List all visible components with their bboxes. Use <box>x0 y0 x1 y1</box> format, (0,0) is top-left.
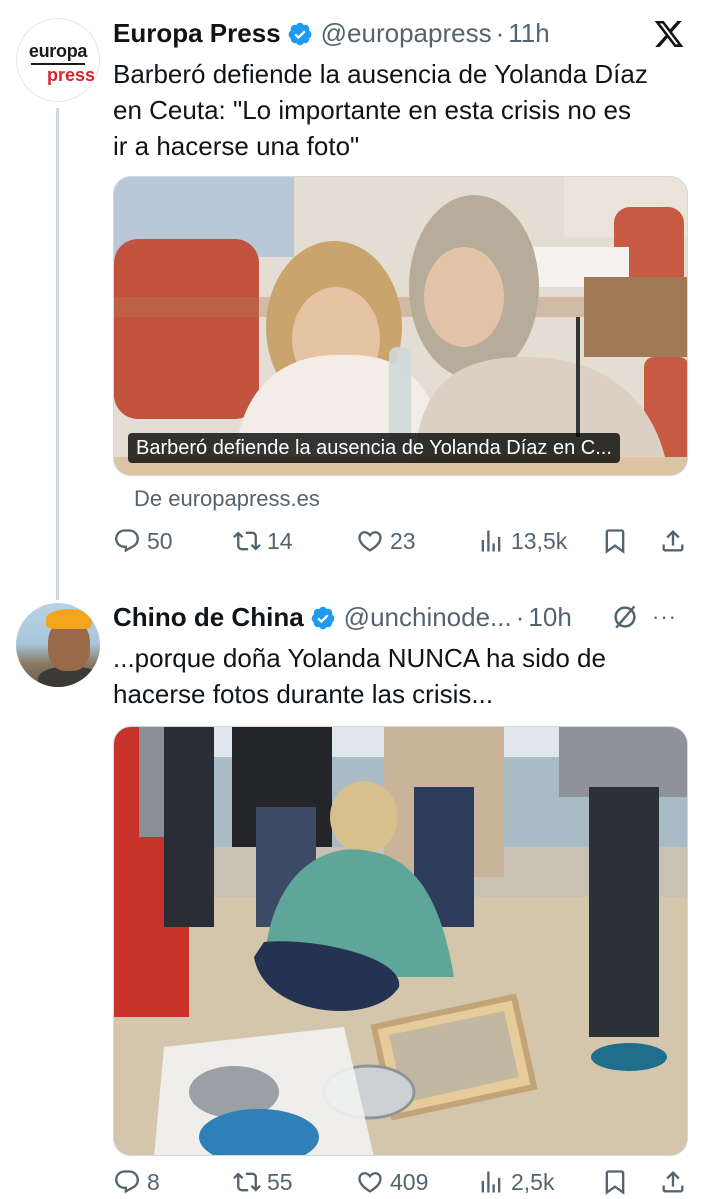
photo-politicians-at-table <box>114 177 687 475</box>
repost-count: 14 <box>267 527 293 554</box>
verified-badge-icon <box>310 605 336 631</box>
avatar-hat <box>46 609 92 629</box>
link-card-source[interactable]: De europapress.es <box>134 486 320 512</box>
like-count: 409 <box>390 1168 429 1195</box>
repost-icon <box>233 1172 261 1192</box>
like-count: 23 <box>390 527 416 554</box>
meta-separator: · <box>515 602 525 632</box>
reply-count: 50 <box>147 527 173 554</box>
views-button[interactable]: 13,5k <box>477 527 567 555</box>
repost-icon <box>233 531 261 551</box>
share-button[interactable] <box>659 527 687 555</box>
verified-badge-icon <box>287 21 313 47</box>
x-logo-icon[interactable] <box>652 18 686 55</box>
tweet-1-header: Europa Press @europapress · 11h <box>113 18 550 49</box>
tweet-2-text: ...porque doña Yolanda NUNCA ha sido de … <box>113 640 683 712</box>
tweet-1-text: Barberó defiende la ausencia de Yolanda … <box>113 56 683 164</box>
like-button[interactable]: 409 <box>356 1168 428 1196</box>
bookmark-button[interactable] <box>601 1168 629 1196</box>
author-name[interactable]: Europa Press <box>113 18 281 49</box>
tweet-text-line: hacerse fotos durante las crisis... <box>113 679 494 709</box>
tweet-2-header: Chino de China @unchinode... · 10h <box>113 602 572 633</box>
like-icon <box>358 531 382 552</box>
reply-button[interactable]: 50 <box>113 527 173 555</box>
repost-count: 55 <box>267 1168 293 1195</box>
grok-icon[interactable] <box>610 602 640 637</box>
chino-de-china-avatar[interactable] <box>16 603 100 687</box>
like-icon <box>358 1172 382 1193</box>
reply-count: 8 <box>147 1168 160 1195</box>
views-icon <box>481 1171 501 1193</box>
repost-button[interactable]: 55 <box>233 1168 293 1196</box>
avatar-logo-bottom: press <box>46 65 95 85</box>
reply-icon <box>115 1170 139 1194</box>
share-icon <box>662 1171 684 1193</box>
photo-beach-sieving <box>114 727 687 1155</box>
bookmark-icon <box>605 1170 625 1195</box>
thread-connector <box>56 108 59 600</box>
more-icon[interactable]: ··· <box>652 604 677 630</box>
views-count: 2,5k <box>511 1168 555 1195</box>
avatar-logo-top: europa <box>28 41 88 61</box>
tweet-text-line: ir a hacerse una foto" <box>113 131 360 161</box>
like-button[interactable]: 23 <box>356 527 416 555</box>
tweet-time[interactable]: 11h <box>508 18 549 49</box>
share-icon <box>662 530 684 552</box>
views-count: 13,5k <box>511 527 568 554</box>
link-card-image[interactable]: Barberó defiende la ausencia de Yolanda … <box>113 176 688 476</box>
tweet-photo[interactable] <box>113 726 688 1156</box>
tweet-text-line: ...porque doña Yolanda NUNCA ha sido de <box>113 643 606 673</box>
tweet-1-actions: 50 14 23 13,5k <box>113 527 688 567</box>
link-card-caption: Barberó defiende la ausencia de Yolanda … <box>128 433 620 463</box>
share-button[interactable] <box>659 1168 687 1196</box>
tweet-text-line: en Ceuta: "Lo importante en esta crisis … <box>113 95 631 125</box>
author-name[interactable]: Chino de China <box>113 602 304 633</box>
tweet-time[interactable]: 10h <box>528 602 571 633</box>
author-handle[interactable]: @europapress <box>321 18 492 49</box>
tweet-2-actions: 8 55 409 2,5k <box>113 1168 688 1199</box>
bookmark-icon <box>605 529 625 554</box>
europa-press-avatar[interactable]: europa press <box>16 18 100 102</box>
reply-icon <box>115 529 139 553</box>
views-icon <box>481 530 501 552</box>
views-button[interactable]: 2,5k <box>477 1168 554 1196</box>
reply-button[interactable]: 8 <box>113 1168 160 1196</box>
repost-button[interactable]: 14 <box>233 527 293 555</box>
bookmark-button[interactable] <box>601 527 629 555</box>
author-handle[interactable]: @unchinode... <box>344 602 512 633</box>
tweet-text-line: Barberó defiende la ausencia de Yolanda … <box>113 59 648 89</box>
meta-separator: · <box>495 18 505 48</box>
